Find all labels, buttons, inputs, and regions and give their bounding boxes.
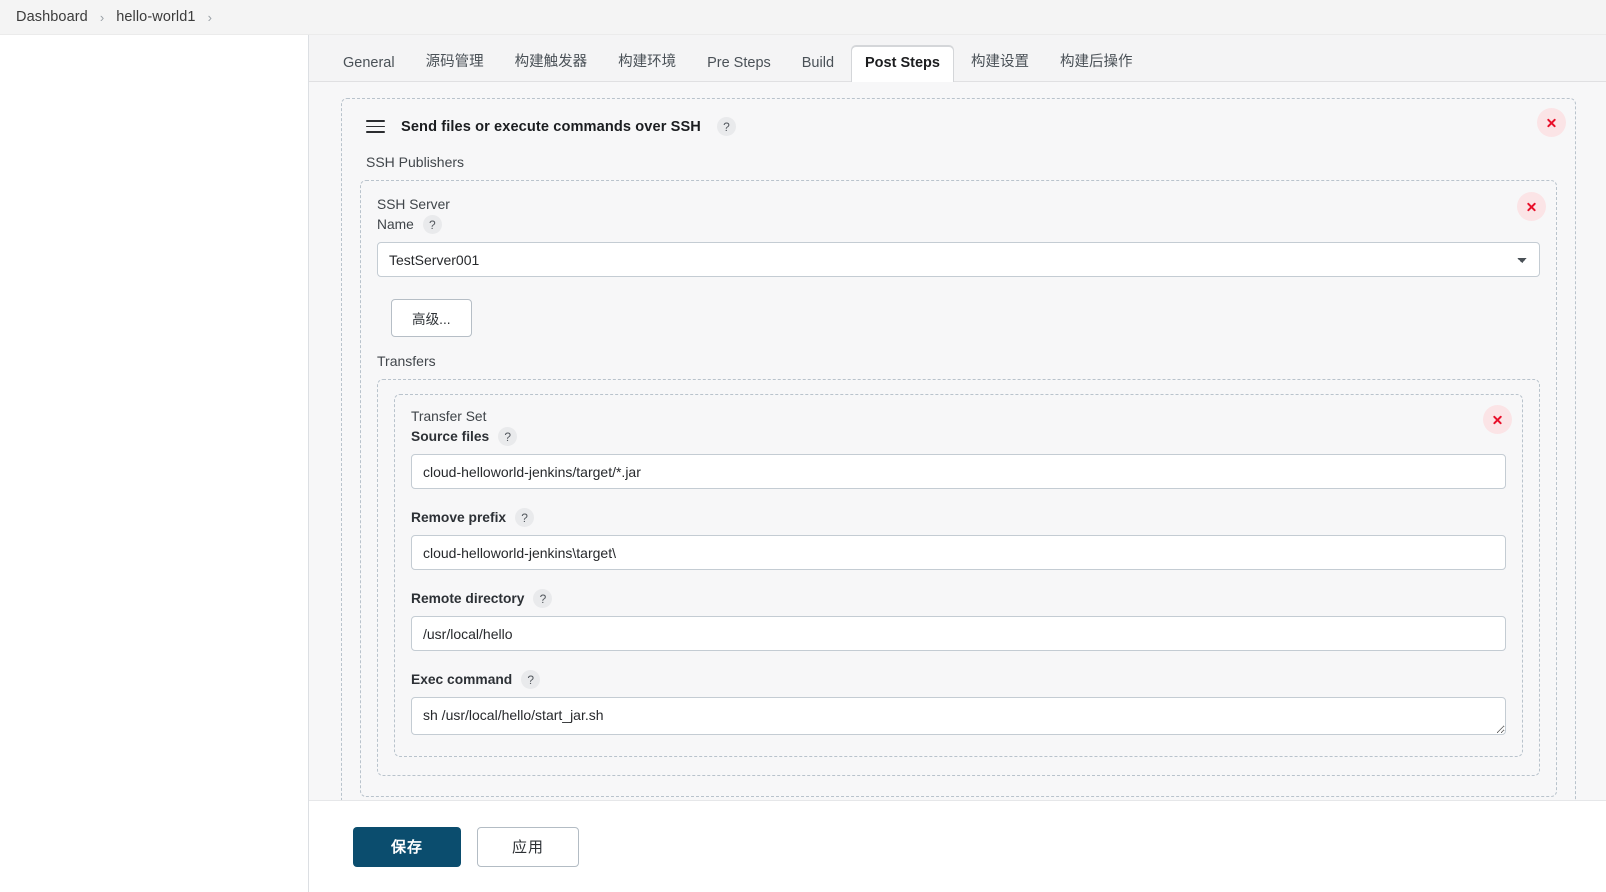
transfer-set-entry: Transfer Set Source files ? Rem [394,394,1523,757]
source-files-label: Source files [411,429,490,444]
field-group-remote-directory: Remote directory ? [411,589,1506,651]
exec-command-textarea[interactable] [411,697,1506,735]
breadcrumb-separator-icon: › [99,9,105,25]
tab-build-settings[interactable]: 构建设置 [957,41,1043,82]
config-tab-bar: General 源码管理 构建触发器 构建环境 Pre Steps Build … [309,35,1606,82]
help-icon-remote-directory[interactable]: ? [533,589,553,608]
ssh-publishers-label: SSH Publishers [366,154,465,170]
help-icon-exec-command[interactable]: ? [521,670,541,689]
exec-command-label: Exec command [411,672,513,687]
tab-post-steps[interactable]: Post Steps [851,46,954,82]
breadcrumb: Dashboard › hello-world1 › [0,0,1606,35]
tab-source-code-management[interactable]: 源码管理 [412,41,498,82]
transfers-label: Transfers [377,353,436,369]
builder-title: Send files or execute commands over SSH [401,118,701,135]
config-form-scroll-area[interactable]: Send files or execute commands over SSH … [309,82,1606,800]
breadcrumb-item-job[interactable]: hello-world1 [116,9,195,25]
tab-build-environment[interactable]: 构建环境 [604,41,690,82]
form-footer: 保存 应用 [309,800,1606,892]
tab-build[interactable]: Build [788,46,848,82]
ssh-server-group-label: SSH Server [377,197,450,212]
ssh-server-name-label: Name [377,217,414,232]
page-body: General 源码管理 构建触发器 构建环境 Pre Steps Build … [0,35,1606,892]
source-files-input[interactable] [411,454,1506,489]
help-icon-remove-prefix[interactable]: ? [515,508,535,527]
help-icon-builder[interactable]: ? [716,117,736,136]
field-group-exec-command: Exec command ? [411,670,1506,740]
remote-directory-input[interactable] [411,616,1506,651]
delete-ssh-publisher-button[interactable] [1517,192,1546,221]
delete-builder-button[interactable] [1537,108,1566,137]
ssh-publisher-entry: SSH Server Name ? TestServer001 高级... Tr… [360,180,1557,797]
tab-general[interactable]: General [329,46,409,82]
remote-directory-label: Remote directory [411,591,525,606]
delete-transfer-set-button[interactable] [1483,405,1512,434]
ssh-server-name-select[interactable]: TestServer001 [377,242,1540,277]
builder-header: Send files or execute commands over SSH … [360,113,1557,138]
tab-build-triggers[interactable]: 构建触发器 [501,41,602,82]
apply-button[interactable]: 应用 [477,826,580,867]
tab-pre-steps[interactable]: Pre Steps [693,46,785,82]
field-group-remove-prefix: Remove prefix ? [411,508,1506,570]
help-icon-source-files[interactable]: ? [498,427,518,446]
field-group-source-files: Source files ? [411,427,1506,489]
save-button[interactable]: 保存 [353,826,462,867]
transfers-container: Transfer Set Source files ? Rem [377,379,1540,776]
remove-prefix-input[interactable] [411,535,1506,570]
main-column: General 源码管理 构建触发器 构建环境 Pre Steps Build … [309,35,1606,892]
breadcrumb-separator-icon-2: › [207,9,212,25]
left-sidebar [0,35,309,892]
help-icon-ssh-server-name[interactable]: ? [422,215,442,234]
remove-prefix-label: Remove prefix [411,510,507,525]
ssh-builder-block: Send files or execute commands over SSH … [341,98,1576,800]
breadcrumb-item-dashboard[interactable]: Dashboard [16,9,88,25]
transfer-set-label: Transfer Set [411,409,487,424]
drag-handle-icon[interactable] [366,120,385,133]
ssh-server-name-label-row: Name ? [377,215,1540,234]
tab-post-build-actions[interactable]: 构建后操作 [1046,41,1147,82]
advanced-button[interactable]: 高级... [391,299,472,337]
